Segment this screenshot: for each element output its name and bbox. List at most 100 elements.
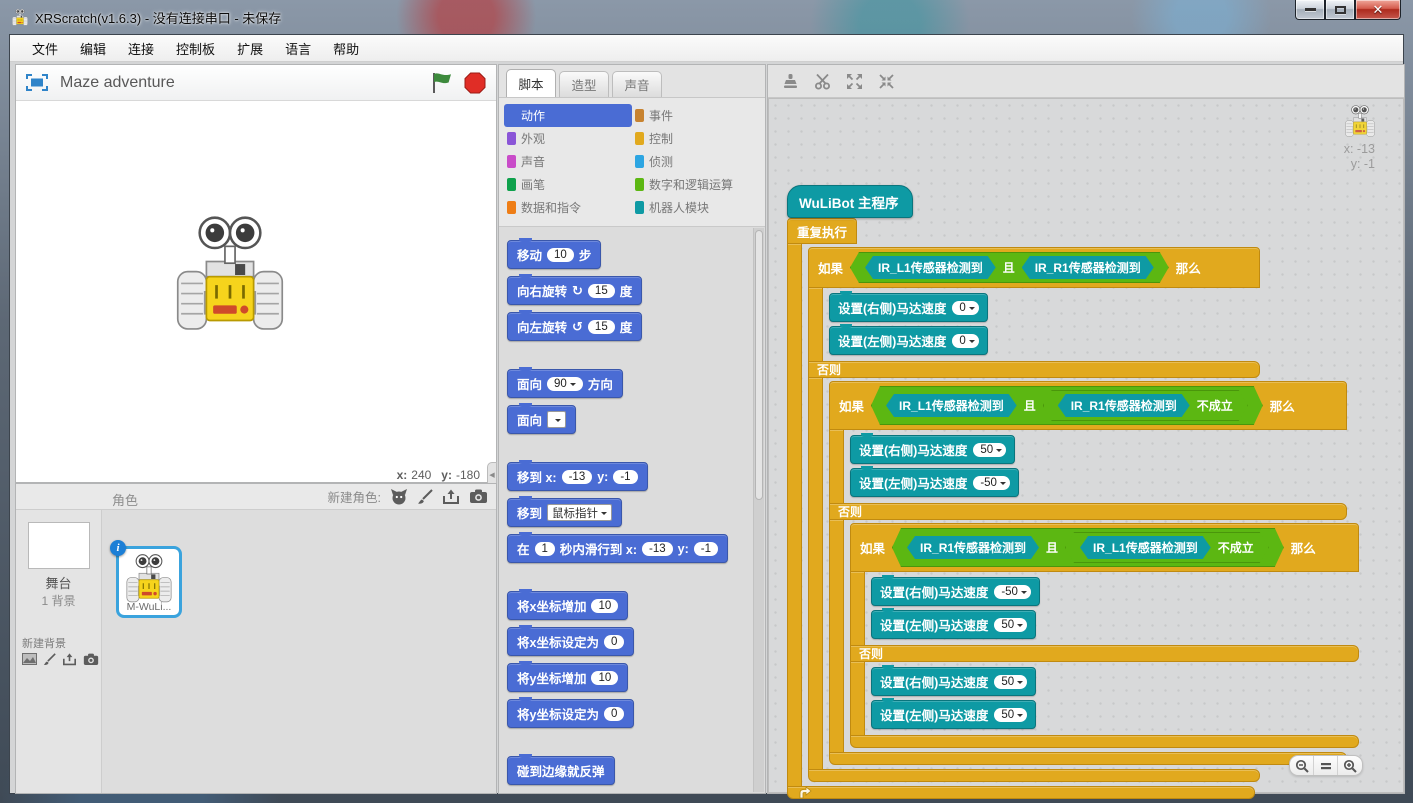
not-operator-block[interactable]: IR_L1传感器检测到 不成立 xyxy=(1065,532,1269,563)
category-声音[interactable]: 声音 xyxy=(504,150,632,173)
minimize-button[interactable] xyxy=(1295,0,1325,20)
menu-language[interactable]: 语言 xyxy=(275,36,321,61)
upload-sprite-icon[interactable] xyxy=(442,489,460,505)
menu-dropdown[interactable]: 鼠标指针 xyxy=(547,504,612,521)
number-input[interactable]: 0 xyxy=(604,635,624,649)
close-button[interactable]: ✕ xyxy=(1355,0,1401,20)
scissors-icon[interactable] xyxy=(814,73,831,90)
backdrop-library-icon[interactable] xyxy=(22,653,37,665)
grow-icon[interactable] xyxy=(846,73,863,90)
menu-connect[interactable]: 连接 xyxy=(118,36,164,61)
number-input[interactable]: -13 xyxy=(642,542,673,556)
set-right-motor-speed-block[interactable]: 设置(右侧)马达速度-50 xyxy=(871,577,1040,606)
set-left-motor-speed-block[interactable]: 设置(左侧)马达速度50 xyxy=(871,700,1036,729)
palette-block[interactable]: 面向90方向 xyxy=(507,369,623,398)
stop-button[interactable] xyxy=(464,72,486,94)
if-else-block-3[interactable]: 如果 IR_R1传感器检测到 且 IR_L1传感器检测到 xyxy=(850,523,1359,748)
category-事件[interactable]: 事件 xyxy=(632,104,760,127)
category-控制[interactable]: 控制 xyxy=(632,127,760,150)
speed-dropdown[interactable]: 0 xyxy=(952,334,978,348)
category-数字和逻辑运算[interactable]: 数字和逻辑运算 xyxy=(632,173,760,196)
zoom-reset-button[interactable] xyxy=(1314,756,1338,775)
palette-block[interactable]: 将x坐标增加10 xyxy=(507,591,628,620)
new-sprite-library-icon[interactable] xyxy=(390,488,408,506)
set-right-motor-speed-block[interactable]: 设置(右侧)马达速度0 xyxy=(829,293,988,322)
menu-edit[interactable]: 编辑 xyxy=(70,36,116,61)
hat-block-wulibot-main[interactable]: WuLiBot 主程序 xyxy=(787,185,913,218)
zoom-out-button[interactable] xyxy=(1290,756,1314,775)
number-input[interactable]: 1 xyxy=(535,542,555,556)
category-外观[interactable]: 外观 xyxy=(504,127,632,150)
menu-file[interactable]: 文件 xyxy=(22,36,68,61)
number-input[interactable]: 10 xyxy=(591,671,618,685)
sensor-ir-r1-block[interactable]: IR_R1传感器检测到 xyxy=(1022,256,1154,279)
menu-help[interactable]: 帮助 xyxy=(323,36,369,61)
category-侦测[interactable]: 侦测 xyxy=(632,150,760,173)
and-operator-block[interactable]: IR_L1传感器检测到 且 IR_R1传感器检测到 xyxy=(850,252,1169,283)
set-left-motor-speed-block[interactable]: 设置(左侧)马达速度-50 xyxy=(850,468,1019,497)
green-flag-button[interactable] xyxy=(430,71,454,95)
number-input[interactable]: -1 xyxy=(613,470,637,484)
script-canvas[interactable]: x: -13 y: -1 WuLiBot 主程序 重复执行 xyxy=(768,98,1404,793)
paint-new-sprite-icon[interactable] xyxy=(417,489,433,505)
speed-dropdown[interactable]: -50 xyxy=(994,585,1031,599)
palette-scrollbar-thumb[interactable] xyxy=(755,230,763,500)
number-input[interactable]: 10 xyxy=(591,599,618,613)
stage-thumbnail[interactable] xyxy=(28,522,90,569)
palette-block[interactable]: 面向 xyxy=(507,405,576,434)
camera-sprite-icon[interactable] xyxy=(469,489,488,504)
sensor-ir-r1-block[interactable]: IR_R1传感器检测到 xyxy=(907,536,1039,559)
speed-dropdown[interactable]: 50 xyxy=(994,708,1027,722)
number-input[interactable]: 15 xyxy=(588,284,615,298)
sensor-ir-l1-block[interactable]: IR_L1传感器检测到 xyxy=(865,256,996,279)
stage-sprite-wulibot[interactable] xyxy=(176,216,284,334)
palette-scrollbar[interactable] xyxy=(753,228,764,792)
category-动作[interactable]: 动作 xyxy=(504,104,632,127)
tab-sounds[interactable]: 声音 xyxy=(612,71,662,97)
camera-backdrop-icon[interactable] xyxy=(83,653,99,666)
sensor-ir-l1-block[interactable]: IR_L1传感器检测到 xyxy=(1080,536,1211,559)
zoom-in-button[interactable] xyxy=(1338,756,1362,775)
menu-extensions[interactable]: 扩展 xyxy=(227,36,273,61)
fullscreen-icon[interactable] xyxy=(26,74,48,91)
category-画笔[interactable]: 画笔 xyxy=(504,173,632,196)
speed-dropdown[interactable]: 50 xyxy=(973,443,1006,457)
tab-scripts[interactable]: 脚本 xyxy=(506,69,556,97)
not-operator-block[interactable]: IR_R1传感器检测到 不成立 xyxy=(1043,390,1248,421)
set-right-motor-speed-block[interactable]: 设置(右侧)马达速度50 xyxy=(850,435,1015,464)
set-left-motor-speed-block[interactable]: 设置(左侧)马达速度50 xyxy=(871,610,1036,639)
palette-block[interactable]: 移到 x:-13y:-1 xyxy=(507,462,648,491)
upload-backdrop-icon[interactable] xyxy=(62,653,77,666)
number-input[interactable]: -13 xyxy=(562,470,593,484)
palette-block[interactable]: 在1秒内滑行到 x:-13y:-1 xyxy=(507,534,728,563)
title-bar[interactable]: XRScratch(v1.6.3) - 没有连接串口 - 未保存 ✕ xyxy=(0,0,1413,34)
palette-block[interactable]: 向右旋转↻15度 xyxy=(507,276,642,305)
and-operator-block[interactable]: IR_R1传感器检测到 且 IR_L1传感器检测到 不成立 xyxy=(892,528,1284,567)
set-left-motor-speed-block[interactable]: 设置(左侧)马达速度0 xyxy=(829,326,988,355)
menu-board[interactable]: 控制板 xyxy=(166,36,225,61)
palette-block[interactable]: 碰到边缘就反弹 xyxy=(507,756,615,785)
speed-dropdown[interactable]: 0 xyxy=(952,301,978,315)
category-数据和指令[interactable]: 数据和指令 xyxy=(504,196,632,219)
number-input[interactable]: 15 xyxy=(588,320,615,334)
menu-dropdown[interactable] xyxy=(547,411,566,428)
paint-backdrop-icon[interactable] xyxy=(43,653,56,666)
sensor-ir-l1-block[interactable]: IR_L1传感器检测到 xyxy=(886,394,1017,417)
sprite-info-icon[interactable]: i xyxy=(110,540,126,556)
palette-block[interactable]: 移动10步 xyxy=(507,240,601,269)
tab-costumes[interactable]: 造型 xyxy=(559,71,609,97)
maximize-button[interactable] xyxy=(1325,0,1355,20)
palette-block[interactable]: 将y坐标设定为0 xyxy=(507,699,634,728)
category-机器人模块[interactable]: 机器人模块 xyxy=(632,196,760,219)
stage-canvas[interactable] xyxy=(16,101,496,467)
sensor-ir-r1-block[interactable]: IR_R1传感器检测到 xyxy=(1058,394,1190,417)
and-operator-block[interactable]: IR_L1传感器检测到 且 IR_R1传感器检测到 不成立 xyxy=(871,386,1263,425)
palette-block[interactable]: 向左旋转↺15度 xyxy=(507,312,642,341)
forever-block[interactable]: 重复执行 如果 IR_L1传感器检测到 且 IR xyxy=(787,218,1255,799)
palette-block[interactable]: 移到鼠标指针 xyxy=(507,498,622,527)
if-else-block-2[interactable]: 如果 IR_L1传感器检测到 且 IR_R1传感器检测到 不成立 xyxy=(829,381,1347,765)
number-input[interactable]: 0 xyxy=(604,707,624,721)
speed-dropdown[interactable]: 50 xyxy=(994,675,1027,689)
project-title[interactable]: Maze adventure xyxy=(60,74,430,92)
speed-dropdown[interactable]: 50 xyxy=(994,618,1027,632)
